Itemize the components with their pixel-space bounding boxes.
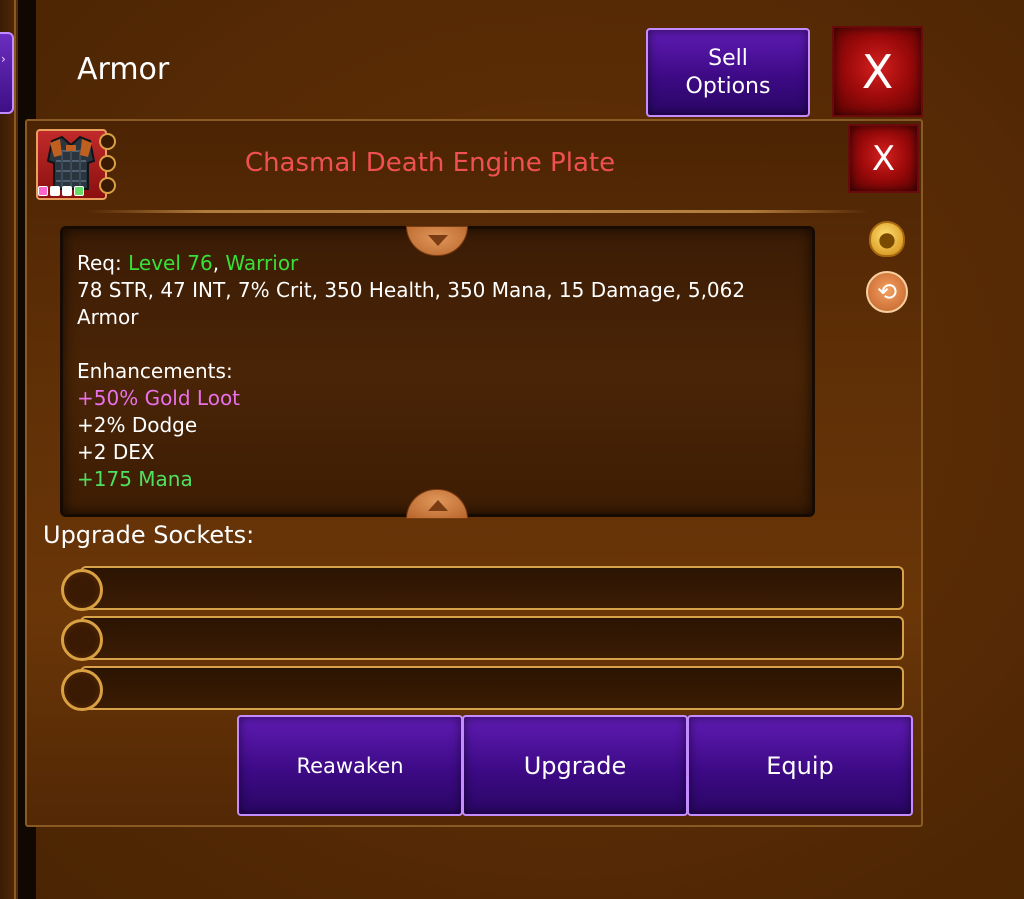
arrow-up-icon [428,500,448,511]
socket-row[interactable] [80,616,904,660]
close-item-button[interactable]: X [848,124,919,193]
item-description: Req: Level 76, Warrior 78 STR, 47 INT, 7… [77,250,797,493]
socket-row[interactable] [80,666,904,710]
socket-slot[interactable] [61,569,103,611]
swap-icon[interactable]: ⟲ [866,271,908,313]
req-prefix: Req: [77,251,129,275]
reawaken-button[interactable]: Reawaken [237,715,463,816]
enhancements-title: Enhancements: [77,359,233,383]
enhancement-item: +2 DEX [77,440,155,464]
left-frame-edge [14,0,16,899]
req-separator: , [212,251,226,275]
mini-socket [99,177,116,194]
rarity-pip [50,186,60,196]
enhancement-item: +2% Dodge [77,413,198,437]
socket-slot[interactable] [61,669,103,711]
upgrade-sockets-title: Upgrade Sockets: [43,521,255,549]
rarity-pip [38,186,48,196]
enhancements-list: +50% Gold Loot +2% Dodge +2 DEX +175 Mana [77,385,797,493]
mini-socket [99,133,116,150]
upgrade-button[interactable]: Upgrade [462,715,688,816]
enhancement-item: +175 Mana [77,467,193,491]
arrow-down-icon [428,235,448,246]
equip-button[interactable]: Equip [687,715,913,816]
close-window-button[interactable]: X [832,26,923,117]
req-level: Level 76 [128,251,213,275]
left-side-tab[interactable]: › [0,32,14,114]
rarity-pip [62,186,72,196]
divider [88,210,868,213]
stats-line-continued: Armor [77,305,139,329]
req-class: Warrior [225,251,299,275]
item-name: Chasmal Death Engine Plate [244,148,616,178]
socket-slot[interactable] [61,619,103,661]
gold-bag-icon[interactable]: ● [869,221,905,257]
stats-line: 78 STR, 47 INT, 7% Crit, 350 Health, 350… [77,278,746,302]
requirements-line: Req: Level 76, Warrior [77,250,797,277]
sell-options-button[interactable]: Sell Options [646,28,810,117]
rarity-pip [74,186,84,196]
enhancement-item: +50% Gold Loot [77,386,241,410]
mini-socket [99,155,116,172]
socket-row[interactable] [80,566,904,610]
chevron-icon: › [1,52,6,66]
page-title: Armor [77,52,170,87]
